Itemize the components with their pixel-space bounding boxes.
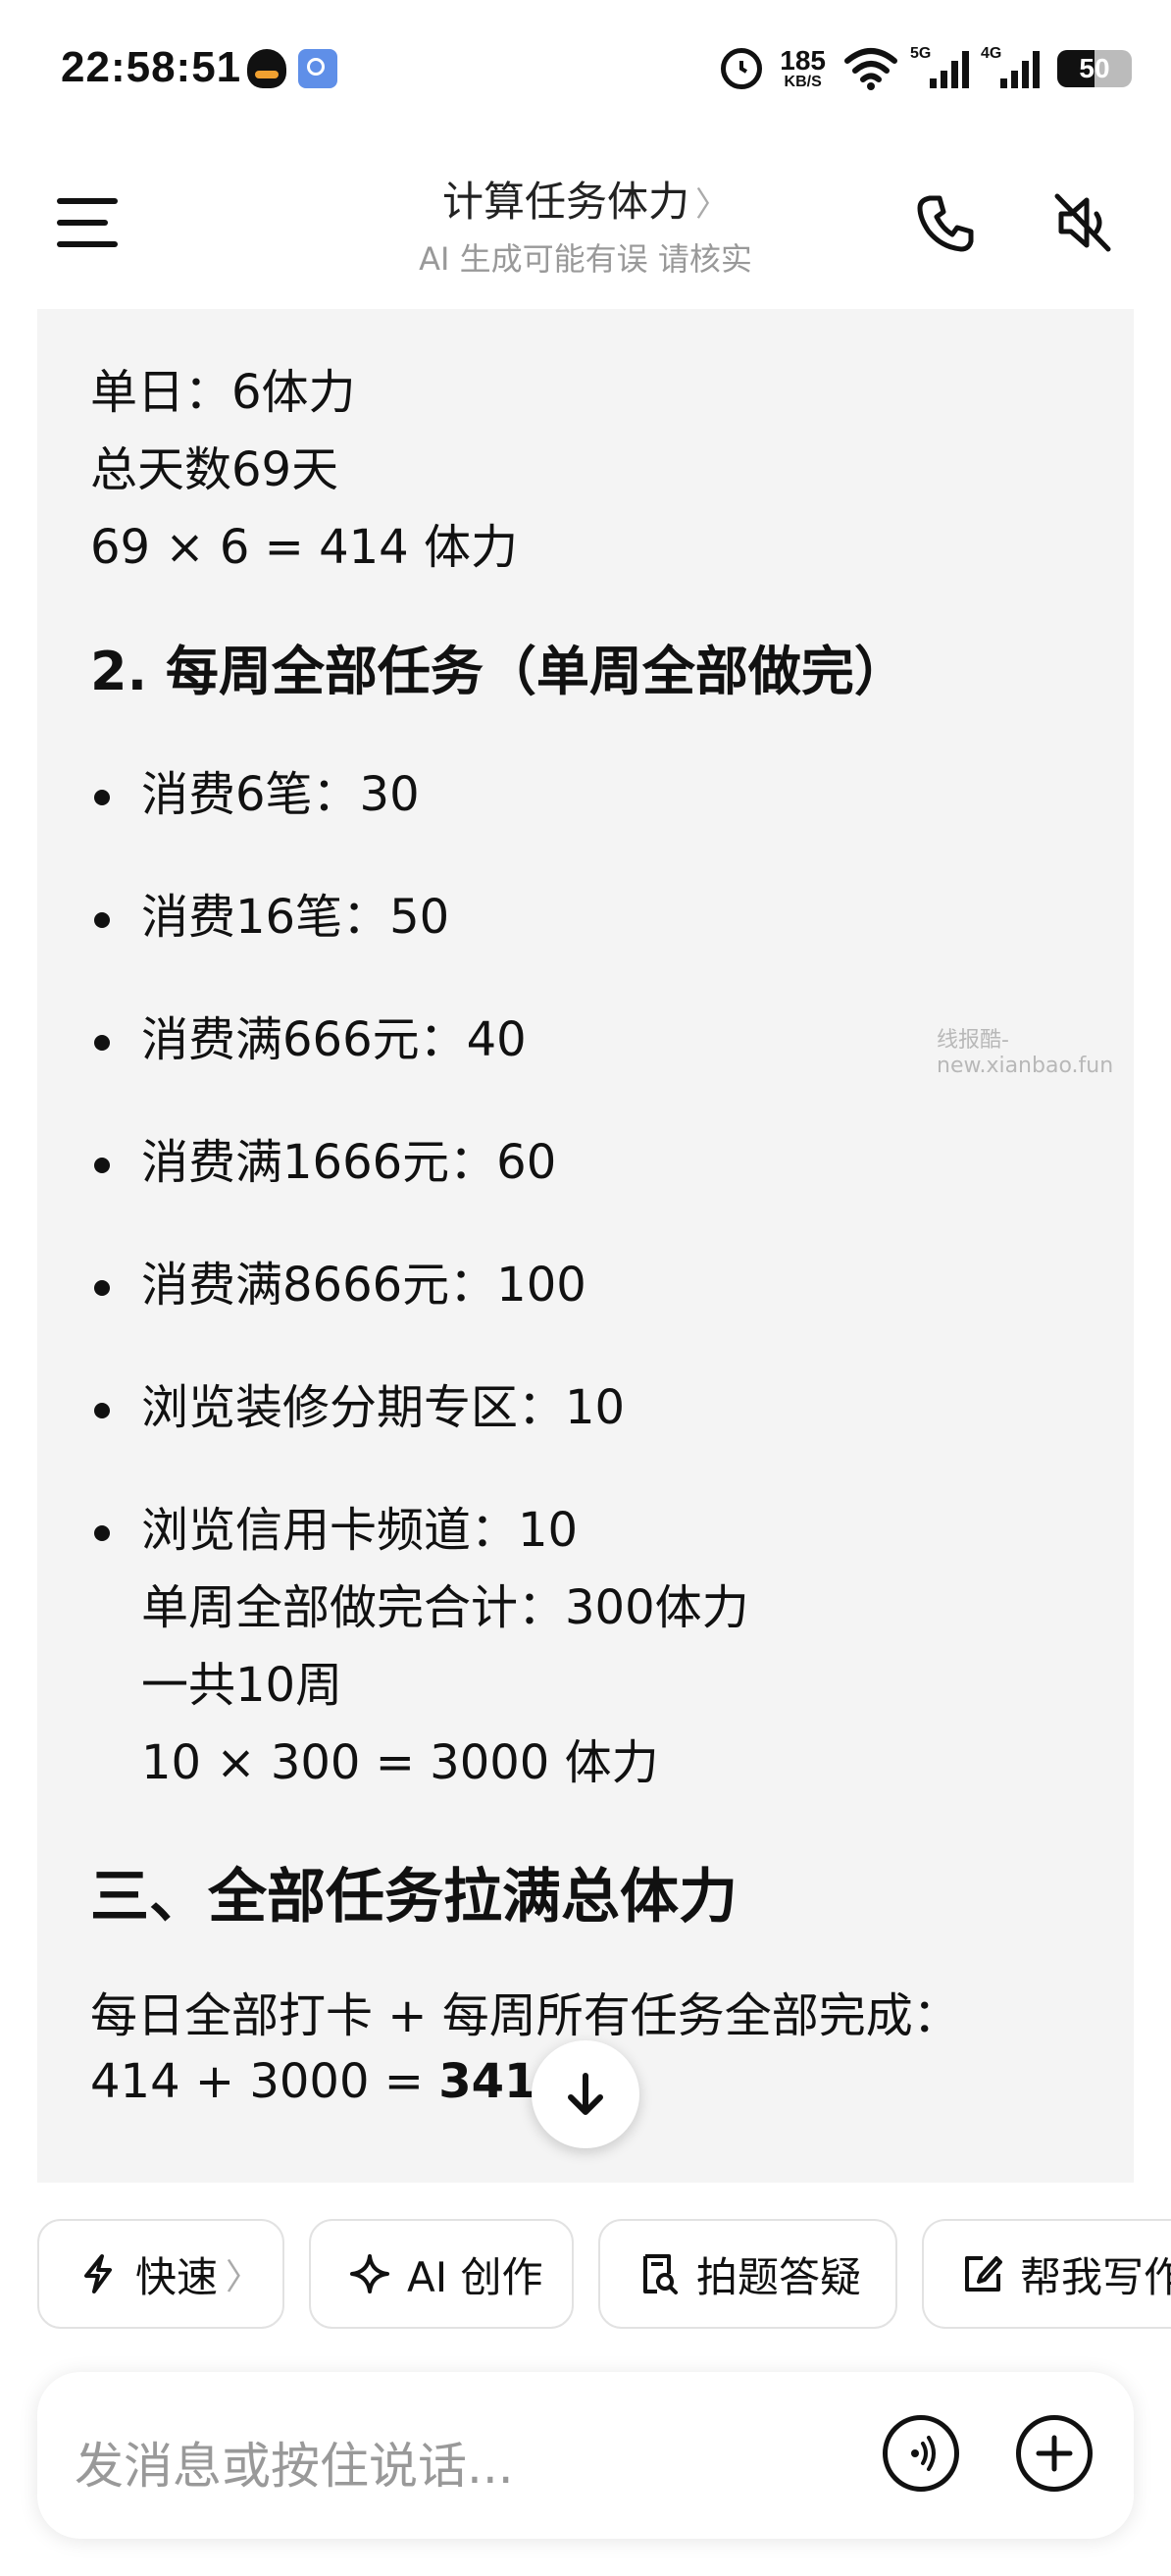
list-item: 消费满1666元：60: [141, 1135, 557, 1190]
section-heading-total: 三、全部任务拉满总体力: [90, 1863, 738, 1932]
chip-write-label: 帮我写作: [1020, 2252, 1171, 2301]
qq-icon: [247, 49, 286, 88]
plus-icon: [1036, 2435, 1073, 2472]
watermark: 线报酷-new.xianbao.fun: [937, 1028, 1114, 1078]
network-speed-value: 185: [780, 45, 826, 76]
chevron-right-icon: 〉: [226, 2257, 262, 2297]
status-time: 22:58:51: [61, 43, 242, 91]
list-item: 浏览信用卡频道：10: [141, 1503, 579, 1558]
wifi-icon: [844, 48, 897, 90]
signal-4g-icon: 4G: [981, 45, 1040, 88]
chip-ai-create[interactable]: AI 创作: [309, 2219, 574, 2329]
chip-photo-qa[interactable]: 拍题答疑: [598, 2219, 897, 2329]
bullet-dot: [94, 1035, 110, 1051]
summary-calc-line: 414 + 3000 = 3414: [90, 2054, 570, 2109]
message-input-bar[interactable]: 发消息或按住说话...: [37, 2372, 1134, 2539]
chip-fast-label: 快速: [135, 2252, 219, 2301]
chevron-right-icon: 〉: [695, 185, 729, 225]
network-speed: 185 KB/S: [780, 47, 826, 90]
chip-ai-create-label: AI 创作: [407, 2252, 543, 2301]
message-input[interactable]: 发消息或按住说话...: [75, 2427, 514, 2498]
arrow-down-icon: [568, 2073, 603, 2115]
conversation-title[interactable]: 计算任务体力〉: [0, 169, 1171, 229]
list-item: 浏览装修分期专区：10: [141, 1380, 626, 1435]
daily-stamina-line: 单日：6体力: [90, 365, 356, 420]
list-item: 消费6笔：30: [141, 767, 420, 822]
weekly-calc-line: 10 × 300 = 3000 体力: [141, 1735, 659, 1790]
list-item: 消费满666元：40: [141, 1012, 527, 1067]
conversation-title-text: 计算任务体力: [441, 178, 689, 226]
weeks-count-line: 一共10周: [141, 1658, 343, 1713]
list-item: 消费满8666元：100: [141, 1258, 586, 1313]
sparkle-icon: [350, 2254, 389, 2293]
alarm-icon: [721, 48, 763, 89]
chat-header: 计算任务体力〉 AI 生成可能有误 请核实: [0, 137, 1171, 304]
quick-action-chips: 快速〉 AI 创作 拍题答疑 帮我写作: [0, 2219, 1171, 2337]
chip-write[interactable]: 帮我写作: [922, 2219, 1171, 2329]
lightning-icon: [84, 2254, 112, 2293]
scroll-to-bottom-button[interactable]: [532, 2040, 639, 2148]
speaker-muted-icon[interactable]: [1047, 188, 1116, 257]
ai-response-message: 单日：6体力 总天数69天 69 × 6 = 414 体力 2. 每周全部任务（…: [37, 309, 1134, 2183]
document-search-icon: [643, 2254, 678, 2294]
signal-5g-label: 5G: [910, 45, 932, 62]
list-item: 消费16笔：50: [141, 890, 450, 945]
network-speed-unit: KB/S: [784, 74, 822, 90]
app-notification-icon: [298, 49, 337, 88]
bullet-dot: [94, 1158, 110, 1173]
bullet-dot: [94, 1525, 110, 1541]
daily-calc-line: 69 × 6 = 414 体力: [90, 520, 518, 575]
title-block[interactable]: 计算任务体力〉 AI 生成可能有误 请核实: [0, 169, 1171, 280]
status-bar: 22:58:51 185 KB/S 5G 4G 50: [0, 0, 1171, 137]
phone-icon[interactable]: [912, 188, 981, 257]
section-heading-weekly: 2. 每周全部任务（单周全部做完）: [90, 641, 907, 702]
voice-wave-icon: [911, 2436, 936, 2471]
edit-icon: [965, 2256, 1002, 2292]
battery-icon: 50: [1057, 50, 1132, 87]
summary-calc-prefix: 414 + 3000 =: [90, 2054, 439, 2109]
chip-photo-qa-label: 拍题答疑: [696, 2252, 862, 2301]
summary-line: 每日全部打卡 + 每周所有任务全部完成：: [90, 1988, 960, 2043]
add-attachment-button[interactable]: [1016, 2415, 1093, 2492]
bullet-dot: [94, 790, 110, 805]
ai-disclaimer: AI 生成可能有误 请核实: [419, 240, 752, 278]
signal-5g-icon: 5G: [910, 45, 969, 88]
bullet-dot: [94, 1280, 110, 1296]
signal-4g-label: 4G: [981, 45, 1002, 62]
bullet-dot: [94, 912, 110, 928]
bullet-dot: [94, 1403, 110, 1418]
voice-call-button[interactable]: [883, 2415, 959, 2492]
status-indicators: 185 KB/S 5G 4G 50: [721, 39, 1132, 98]
weekly-total-line: 单周全部做完合计：300体力: [141, 1580, 749, 1635]
total-days-line: 总天数69天: [90, 442, 339, 497]
chip-fast-mode[interactable]: 快速〉: [37, 2219, 284, 2329]
battery-level: 50: [1079, 53, 1110, 83]
